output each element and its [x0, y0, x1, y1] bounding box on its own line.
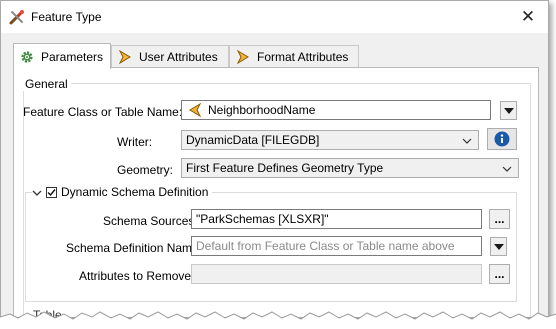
fme-transformer-icon	[9, 9, 25, 25]
writer-info-button[interactable]	[487, 128, 517, 150]
tab-format-attributes[interactable]: Format Attributes	[229, 45, 359, 67]
schema-definition-name-placeholder: Default from Feature Class or Table name…	[196, 239, 455, 253]
schema-definition-name-label: Schema Definition Name:	[66, 241, 203, 255]
close-icon: ✕	[520, 7, 536, 26]
title-bar[interactable]: Feature Type ✕	[1, 1, 548, 33]
writer-value: DynamicData [FILEGDB]	[186, 133, 320, 147]
tab-format-attributes-label: Format Attributes	[257, 49, 349, 64]
attributes-to-remove-browse-button[interactable]: ...	[489, 264, 510, 284]
feature-class-dropdown-button[interactable]	[500, 101, 517, 120]
torn-edge-decoration	[0, 311, 556, 329]
schema-sources-input[interactable]: "ParkSchemas [XLSXR]"	[191, 209, 482, 229]
gear-icon	[20, 50, 34, 64]
dynamic-schema-label: Dynamic Schema Definition	[61, 185, 209, 199]
dynamic-schema-header: Dynamic Schema Definition	[32, 184, 213, 200]
feature-class-value: NeighborhoodName	[208, 103, 316, 117]
schema-sources-browse-button[interactable]: ...	[489, 209, 510, 229]
tab-user-attributes[interactable]: User Attributes	[111, 45, 229, 67]
attribute-arrow-icon	[118, 49, 132, 64]
geometry-select[interactable]: First Feature Defines Geometry Type	[181, 158, 519, 178]
info-icon	[494, 131, 510, 147]
attribute-arrow-icon	[188, 102, 202, 118]
attribute-arrow-icon	[236, 49, 250, 64]
triangle-down-icon	[504, 108, 514, 114]
feature-class-input[interactable]: NeighborhoodName	[181, 100, 491, 120]
schema-definition-name-input[interactable]: Default from Feature Class or Table name…	[191, 236, 482, 256]
feature-class-label: Feature Class or Table Name:	[23, 105, 183, 119]
tab-user-attributes-label: User Attributes	[139, 49, 218, 64]
feature-type-dialog: Feature Type ✕ Parameters User Attribute…	[0, 0, 549, 318]
writer-label: Writer:	[117, 135, 153, 149]
attributes-to-remove-label: Attributes to Remove:	[79, 269, 195, 283]
writer-select[interactable]: DynamicData [FILEGDB]	[181, 130, 479, 150]
schema-sources-label: Schema Sources:	[103, 214, 198, 228]
chevron-down-icon	[462, 138, 472, 144]
tab-parameters-label: Parameters	[41, 49, 104, 64]
window-title: Feature Type	[31, 10, 102, 24]
geometry-value: First Feature Defines Geometry Type	[186, 161, 384, 175]
parameters-panel: General Feature Class or Table Name: Nei…	[13, 67, 539, 317]
close-button[interactable]: ✕	[508, 1, 548, 33]
geometry-label: Geometry:	[117, 163, 174, 177]
general-legend: General	[22, 77, 71, 91]
schema-definition-name-dropdown-button[interactable]	[490, 237, 507, 256]
schema-sources-value: "ParkSchemas [XLSXR]"	[196, 212, 329, 226]
collapse-chevron-icon[interactable]	[32, 187, 42, 197]
dynamic-schema-checkbox[interactable]	[46, 186, 57, 198]
attributes-to-remove-input[interactable]	[191, 264, 482, 284]
tab-parameters[interactable]: Parameters	[13, 43, 111, 69]
chevron-down-icon	[502, 166, 512, 172]
triangle-down-icon	[494, 244, 504, 250]
